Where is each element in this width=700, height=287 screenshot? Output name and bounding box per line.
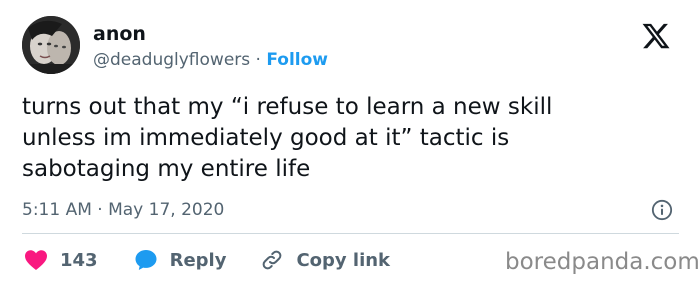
- author-name[interactable]: anon: [93, 22, 146, 46]
- like-button[interactable]: 143: [24, 249, 98, 271]
- copy-link-button[interactable]: Copy link: [260, 248, 390, 272]
- tweet-text: turns out that my “i refuse to learn a n…: [22, 92, 662, 185]
- avatar[interactable]: [22, 16, 80, 74]
- divider: [22, 233, 679, 234]
- link-icon: [263, 250, 282, 270]
- info-icon[interactable]: [651, 199, 673, 221]
- handle-separator: ·: [255, 50, 261, 70]
- reply-label: Reply: [169, 249, 227, 271]
- speech-bubble-icon: [135, 250, 157, 270]
- watermark: boredpanda.com: [505, 249, 700, 275]
- like-count: 143: [60, 249, 98, 271]
- tweet-text-line: unless im immediately good at it” tactic…: [22, 125, 510, 151]
- follow-button[interactable]: Follow: [266, 50, 328, 70]
- author-handle[interactable]: @deaduglyflowers: [93, 50, 250, 70]
- tweet-actions: 143 Reply Copy link: [24, 247, 390, 273]
- avatar-photo: [22, 16, 80, 74]
- tweet-text-line: turns out that my “i refuse to learn a n…: [22, 94, 553, 120]
- reply-button[interactable]: Reply: [134, 248, 227, 272]
- heart-icon: [25, 250, 47, 270]
- copy-link-label: Copy link: [296, 249, 391, 271]
- x-logo-icon[interactable]: [639, 21, 673, 51]
- author-handle-line: @deaduglyflowers · Follow: [93, 48, 328, 72]
- tweet-timestamp[interactable]: 5:11 AM · May 17, 2020: [22, 198, 224, 222]
- tweet-text-line: sabotaging my entire life: [22, 156, 311, 182]
